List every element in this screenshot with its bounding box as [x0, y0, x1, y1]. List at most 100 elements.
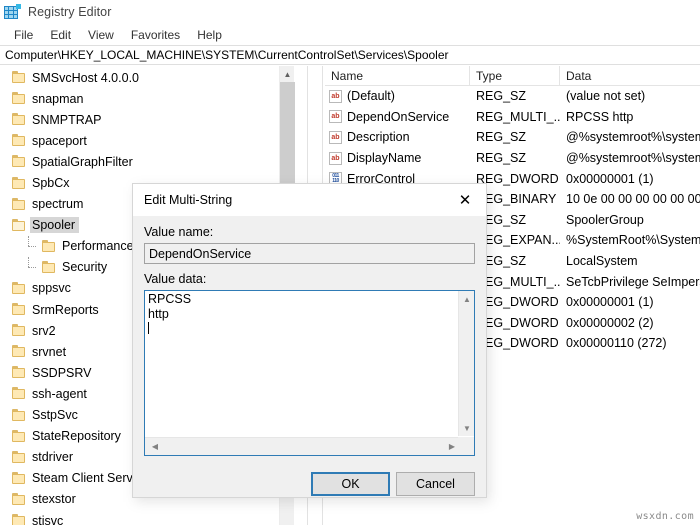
- tree-item-label: sppsvc: [32, 281, 71, 296]
- folder-icon: [12, 408, 27, 422]
- ok-button[interactable]: OK: [311, 472, 390, 496]
- tree-item-spatialgraphfilter[interactable]: SpatialGraphFilter: [0, 151, 292, 172]
- text-caret: [148, 322, 149, 334]
- folder-icon: [12, 345, 27, 358]
- value-type-cell: REG_SZ: [476, 151, 527, 166]
- value-name-text: DisplayName: [347, 151, 422, 166]
- value-data-cell: 10 0e 00 00 00 00 00 00 00 00: [566, 192, 700, 207]
- folder-icon: [12, 92, 27, 105]
- close-icon[interactable]: ✕: [444, 184, 486, 215]
- registry-grid-icon: [4, 4, 21, 20]
- tree-item-label: spectrum: [32, 197, 84, 212]
- value-data-horizontal-scrollbar[interactable]: ◀ ▶: [145, 437, 474, 455]
- column-header-name[interactable]: Name: [325, 66, 470, 85]
- column-header-data[interactable]: Data: [560, 66, 700, 85]
- value-data-textarea[interactable]: RPCSS http ▲ ▼ ◀ ▶: [144, 290, 475, 456]
- string-value-icon: ab: [329, 110, 342, 124]
- string-value-icon: ab: [329, 151, 342, 165]
- folder-icon: [42, 239, 57, 253]
- scroll-left-icon[interactable]: ◀: [147, 438, 163, 455]
- folder-icon: [12, 113, 27, 126]
- menu-item-view[interactable]: View: [80, 26, 123, 44]
- folder-icon: [12, 492, 27, 506]
- tree-item-label: SpatialGraphFilter: [32, 154, 133, 169]
- scroll-down-icon[interactable]: ▼: [459, 420, 475, 436]
- value-data-cell: 0x00000001 (1): [566, 295, 654, 310]
- menu-item-file[interactable]: File: [6, 26, 42, 44]
- list-column-headers: Name Type Data: [325, 66, 700, 86]
- value-name-cell: ab Description: [327, 127, 470, 148]
- tree-item-label: SstpSvc: [32, 408, 78, 423]
- value-data-cell: %SystemRoot%\System32: [566, 233, 700, 248]
- folder-icon: [12, 450, 27, 464]
- value-name-cell: ab DependOnService: [327, 107, 470, 128]
- tree-item-label: SMSvcHost 4.0.0.0: [32, 70, 139, 85]
- dialog-title: Edit Multi-String: [144, 193, 233, 207]
- menu-item-help[interactable]: Help: [189, 26, 231, 44]
- tree-item-label: spaceport: [32, 133, 87, 148]
- value-data-cell: (value not set): [566, 89, 646, 104]
- value-data-vertical-scrollbar[interactable]: ▲ ▼: [458, 291, 474, 436]
- table-row[interactable]: ab DisplayName REG_SZ @%systemroot%\system3: [325, 148, 700, 169]
- address-bar[interactable]: Computer\HKEY_LOCAL_MACHINE\SYSTEM\Curre…: [0, 45, 700, 65]
- value-name-text: Description: [347, 130, 410, 145]
- value-data-label: Value data:: [144, 272, 207, 286]
- tree-item-label: srvnet: [32, 344, 67, 359]
- folder-icon: [12, 134, 27, 147]
- scroll-up-icon[interactable]: ▲: [280, 66, 295, 82]
- folder-icon: [12, 471, 27, 485]
- value-data-cell: 0x00000110 (272): [566, 336, 667, 351]
- value-data-cell: 0x00000001 (1): [566, 171, 654, 186]
- tree-item-smsvchost-4-0-0-0[interactable]: SMSvcHost 4.0.0.0: [0, 67, 292, 88]
- edit-multi-string-dialog: Edit Multi-String ✕ Value name: Value da…: [132, 183, 487, 498]
- tree-item-stisvc[interactable]: stisvc: [0, 510, 292, 525]
- string-value-icon: ab: [329, 130, 342, 144]
- registry-editor-window: Registry Editor File Edit View Favorites…: [0, 0, 700, 525]
- window-title: Registry Editor: [28, 5, 112, 19]
- value-type-cell: REG_SZ: [476, 89, 527, 104]
- folder-icon: [12, 155, 27, 168]
- value-data-cell: SeTcbPrivilege SeImperso: [566, 274, 700, 289]
- tree-item-label: Performance: [62, 239, 134, 254]
- table-row[interactable]: ab DependOnService REG_MULTI_... RPCSS http: [325, 107, 700, 128]
- folder-icon: [12, 281, 27, 295]
- value-name-input[interactable]: [144, 243, 475, 264]
- value-data-cell: SpoolerGroup: [566, 212, 644, 227]
- tree-item-label: stisvc: [32, 513, 64, 525]
- menu-item-edit[interactable]: Edit: [42, 26, 80, 44]
- tree-item-snmptrap[interactable]: SNMPTRAP: [0, 109, 292, 130]
- tree-item-label: Spooler: [30, 217, 80, 234]
- folder-icon: [12, 429, 27, 443]
- table-row[interactable]: ab (Default) REG_SZ (value not set): [325, 86, 700, 107]
- value-data-cell: @%systemroot%\system3: [566, 130, 700, 145]
- scroll-up-icon[interactable]: ▲: [459, 291, 475, 307]
- folder-icon: [42, 260, 57, 274]
- value-name-cell: ab DisplayName: [327, 148, 470, 169]
- title-bar: Registry Editor: [0, 0, 700, 24]
- folder-icon: [12, 303, 27, 316]
- table-row[interactable]: ab Description REG_SZ @%systemroot%\system3: [325, 127, 700, 148]
- menu-item-favorites[interactable]: Favorites: [123, 26, 189, 44]
- value-type-cell: REG_MULTI_...: [476, 109, 560, 124]
- value-data-cell: RPCSS http: [566, 109, 634, 124]
- value-name-text: DependOnService: [347, 109, 450, 124]
- tree-item-label: SrmReports: [32, 302, 99, 317]
- tree-item-spaceport[interactable]: spaceport: [0, 130, 292, 151]
- string-value-icon: ab: [329, 89, 342, 103]
- folder-icon: [12, 387, 27, 400]
- tree-item-label: SNMPTRAP: [32, 112, 102, 127]
- folder-icon: [12, 176, 27, 190]
- tree-item-label: stexstor: [32, 492, 76, 507]
- tree-item-label: srv2: [32, 323, 56, 338]
- value-name-text: (Default): [347, 89, 395, 104]
- dialog-title-bar: Edit Multi-String ✕: [133, 184, 486, 216]
- value-name-cell: ab (Default): [327, 86, 470, 107]
- column-header-type[interactable]: Type: [470, 66, 560, 85]
- dialog-body: Value name: Value data: RPCSShttp ▲ ▼ ◀ …: [133, 216, 486, 497]
- value-name-label: Value name:: [144, 225, 214, 239]
- value-data-content[interactable]: RPCSS http: [145, 291, 456, 436]
- folder-open-icon: [12, 218, 27, 232]
- tree-item-label: SpbCx: [32, 176, 70, 191]
- tree-item-snapman[interactable]: snapman: [0, 88, 292, 109]
- cancel-button[interactable]: Cancel: [396, 472, 475, 496]
